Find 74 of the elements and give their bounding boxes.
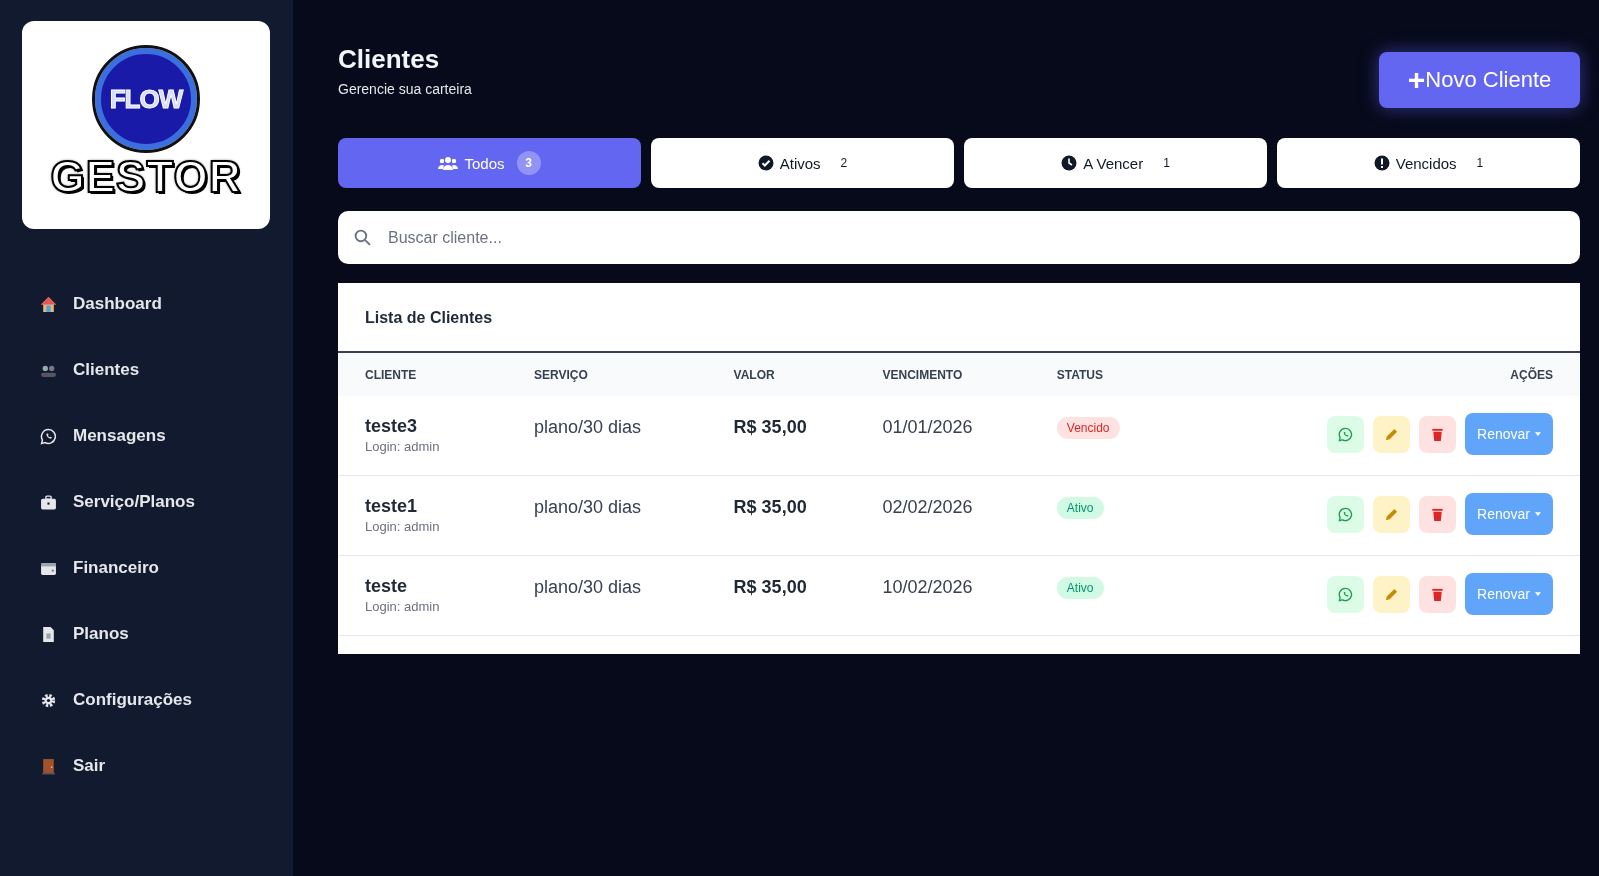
caret-icon — [1535, 592, 1541, 596]
value-cell: R$ 35,00 — [733, 497, 807, 517]
sidebar-item[interactable]: Serviço/Planos — [22, 469, 205, 535]
check-circle-icon — [757, 155, 774, 171]
trash-icon — [1430, 587, 1446, 602]
column-header: CLIENTE — [338, 353, 507, 396]
whatsapp-button[interactable] — [1327, 576, 1365, 613]
client-name: teste3 — [365, 416, 419, 437]
edit-button[interactable] — [1373, 576, 1411, 613]
sidebar-item[interactable]: Financeiro — [22, 535, 169, 601]
delete-button[interactable] — [1419, 576, 1457, 613]
whatsapp-button[interactable] — [1327, 416, 1365, 453]
caret-icon — [1535, 512, 1541, 516]
alert-icon — [1373, 155, 1390, 171]
chat-icon — [1338, 587, 1354, 602]
chat-icon — [40, 427, 57, 445]
chat-icon — [1338, 427, 1354, 442]
pencil-icon — [1384, 587, 1400, 602]
service-cell: plano/30 dias — [534, 577, 642, 597]
due-date-cell: 01/01/2026 — [882, 417, 973, 437]
chat-icon — [1338, 507, 1354, 522]
client-name: teste — [365, 576, 409, 597]
page-subtitle: Gerencie sua carteira — [338, 81, 472, 97]
column-header: SERVIÇO — [507, 353, 707, 396]
column-header: AÇÕES — [1163, 353, 1580, 396]
service-cell: plano/30 dias — [534, 417, 642, 437]
sidebar-item[interactable]: Configurações — [22, 667, 203, 733]
filter-tab[interactable]: A Vencer 1 — [964, 138, 1267, 188]
document-icon — [40, 625, 57, 643]
delete-button[interactable] — [1419, 416, 1457, 453]
door-icon — [40, 757, 57, 775]
filter-tab[interactable]: Vencidos 1 — [1277, 138, 1580, 188]
client-login: Login: admin — [365, 439, 441, 454]
whatsapp-button[interactable] — [1327, 496, 1365, 533]
value-cell: R$ 35,00 — [733, 577, 807, 597]
search-icon — [354, 229, 371, 246]
settings-icon — [40, 691, 57, 709]
status-tag: Ativo — [1056, 577, 1104, 599]
edit-button[interactable] — [1373, 496, 1411, 533]
new-client-button[interactable]: +Novo Cliente — [1379, 52, 1580, 108]
column-header: VALOR — [706, 353, 856, 396]
caret-icon — [1535, 432, 1541, 436]
filter-tab[interactable]: Todos 3 — [338, 138, 641, 188]
client-name: teste1 — [365, 496, 419, 517]
edit-button[interactable] — [1373, 416, 1411, 453]
sidebar-item[interactable]: Mensagens — [22, 403, 176, 469]
due-date-cell: 10/02/2026 — [882, 577, 973, 597]
column-header: STATUS — [1029, 353, 1164, 396]
logo-badge-text: FLOW — [109, 83, 183, 115]
house-icon — [40, 295, 57, 313]
search-field[interactable]: Buscar cliente... — [338, 211, 1580, 264]
sidebar-item[interactable]: Sair — [22, 733, 116, 799]
trash-icon — [1430, 507, 1446, 522]
trash-icon — [1430, 427, 1446, 442]
column-header: VENCIMENTO — [855, 353, 1030, 396]
briefcase-icon — [40, 493, 57, 511]
client-login: Login: admin — [365, 519, 441, 534]
delete-button[interactable] — [1419, 496, 1457, 533]
sidebar-item[interactable]: Planos — [22, 601, 139, 667]
clock-icon — [1061, 155, 1078, 171]
logo-wordmark: GESTOR — [50, 152, 242, 202]
sidebar-item[interactable]: Clientes — [22, 337, 150, 403]
status-tag: Vencido — [1056, 417, 1120, 439]
filter-tab[interactable]: Ativos 2 — [651, 138, 954, 188]
page-title: Clientes — [338, 44, 441, 75]
status-tag: Ativo — [1056, 497, 1104, 519]
sidebar-item[interactable]: Dashboard — [22, 271, 172, 337]
users-icon — [438, 155, 459, 171]
client-login: Login: admin — [365, 599, 441, 614]
service-cell: plano/30 dias — [534, 497, 642, 517]
pencil-icon — [1384, 427, 1400, 442]
value-cell: R$ 35,00 — [733, 417, 807, 437]
pencil-icon — [1384, 507, 1400, 522]
due-date-cell: 02/02/2026 — [882, 497, 973, 517]
